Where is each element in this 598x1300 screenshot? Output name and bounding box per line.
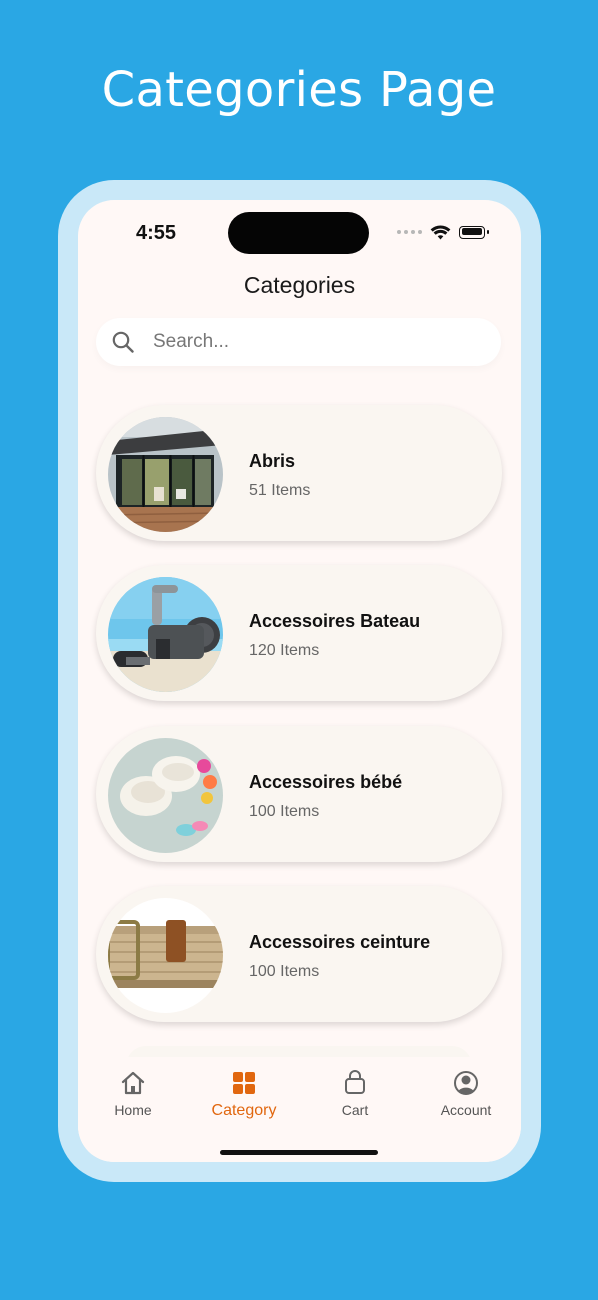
grid-icon bbox=[233, 1072, 255, 1094]
category-count: 100 Items bbox=[249, 803, 320, 820]
tab-label: Cart bbox=[341, 1102, 369, 1118]
search-icon bbox=[112, 331, 134, 353]
category-name: Abris bbox=[249, 451, 296, 471]
phone-screen: 4:55 Categories Search... Abris 51 Items… bbox=[78, 200, 521, 1162]
category-card-accessoires-bateau[interactable]: Accessoires Bateau 120 Items bbox=[96, 565, 502, 701]
category-name: Accessoires ceinture bbox=[249, 932, 431, 952]
signal-dots-icon bbox=[397, 230, 422, 234]
baby-shoes-image bbox=[108, 738, 223, 853]
category-card-abris[interactable]: Abris 51 Items bbox=[96, 405, 502, 541]
account-icon bbox=[454, 1071, 478, 1095]
tab-account[interactable]: Account bbox=[411, 1069, 521, 1129]
status-time: 4:55 bbox=[136, 222, 177, 244]
shopping-bag-icon bbox=[345, 1070, 365, 1094]
category-card-accessoires-ceinture[interactable]: Accessoires ceinture 100 Items bbox=[96, 886, 502, 1022]
tab-label: Account bbox=[440, 1102, 492, 1118]
woven-belt-image bbox=[108, 898, 223, 1013]
status-icons bbox=[397, 224, 489, 240]
page-title: Categories bbox=[243, 272, 356, 298]
category-name: Accessoires bébé bbox=[249, 772, 403, 792]
battery-icon bbox=[459, 225, 489, 239]
tab-bar: Home Category Cart Account bbox=[78, 1057, 521, 1162]
search-input[interactable] bbox=[153, 318, 473, 366]
search-bar[interactable] bbox=[96, 318, 501, 366]
tab-label: Category bbox=[211, 1102, 277, 1119]
category-count: 51 Items bbox=[249, 482, 311, 499]
category-card-accessoires-bebe[interactable]: Accessoires bébé 100 Items bbox=[96, 726, 502, 862]
category-count: 120 Items bbox=[249, 642, 320, 659]
tab-home[interactable]: Home bbox=[78, 1069, 188, 1129]
wifi-icon bbox=[430, 225, 451, 240]
tab-category[interactable]: Category bbox=[189, 1069, 299, 1129]
home-indicator[interactable] bbox=[220, 1150, 378, 1155]
patio-shelter-image bbox=[108, 417, 223, 532]
tab-cart[interactable]: Cart bbox=[300, 1069, 410, 1129]
boat-winch-image bbox=[108, 577, 223, 692]
dynamic-island bbox=[228, 212, 369, 254]
status-bar: 4:55 bbox=[78, 200, 521, 262]
category-count: 100 Items bbox=[249, 963, 320, 980]
category-name: Accessoires Bateau bbox=[249, 611, 421, 631]
tab-label: Home bbox=[114, 1102, 152, 1118]
home-icon bbox=[121, 1071, 145, 1095]
promo-title: Categories Page bbox=[101, 62, 497, 118]
